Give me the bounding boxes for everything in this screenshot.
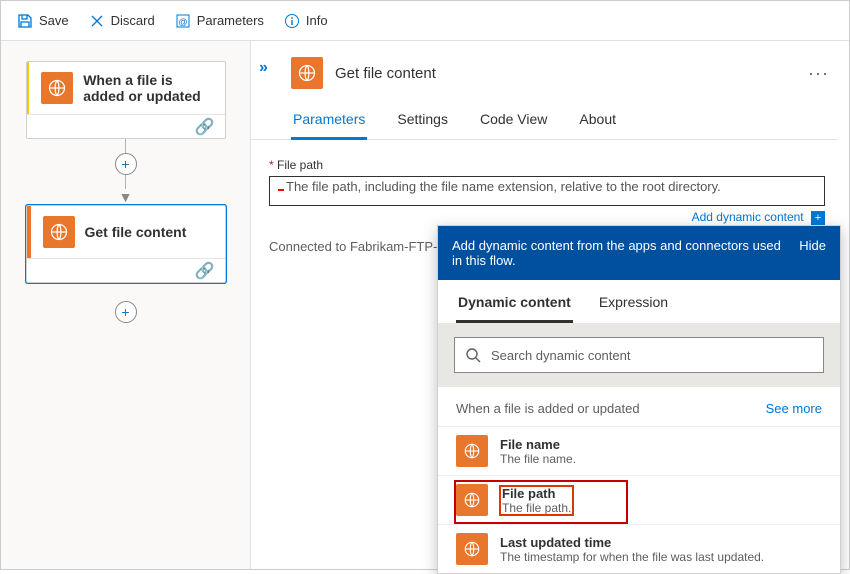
- item-title: File path: [502, 486, 571, 501]
- parameters-icon: @: [175, 13, 191, 29]
- action-title: Get file content: [85, 224, 187, 240]
- tab-dynamic-content[interactable]: Dynamic content: [456, 290, 573, 323]
- top-toolbar: Save Discard @ Parameters Info: [1, 1, 849, 41]
- ftp-icon: [41, 72, 73, 104]
- connector-line-2: [125, 175, 126, 189]
- dc-item-last-updated[interactable]: Last updated time The timestamp for when…: [438, 524, 840, 573]
- info-label: Info: [306, 13, 328, 28]
- parameters-label: Parameters: [197, 13, 264, 28]
- popup-tabs: Dynamic content Expression: [438, 280, 840, 323]
- action-card-footer: 🔗: [27, 258, 225, 282]
- detail-title: Get file content: [335, 65, 796, 82]
- dc-item-file-path[interactable]: File path The file path.: [438, 475, 840, 524]
- connector-line: [125, 139, 126, 153]
- trigger-title: When a file is added or updated: [83, 72, 212, 104]
- designer-canvas: When a file is added or updated 🔗 + ▼ Ge…: [1, 41, 251, 569]
- search-icon: [465, 347, 481, 363]
- info-button[interactable]: Info: [276, 9, 336, 33]
- add-step-bottom[interactable]: +: [115, 301, 137, 323]
- link-icon: 🔗: [195, 261, 215, 281]
- add-dynamic-label: Add dynamic content: [692, 210, 804, 224]
- popup-header: Add dynamic content from the apps and co…: [438, 226, 840, 280]
- parameters-button[interactable]: @ Parameters: [167, 9, 272, 33]
- trigger-card[interactable]: When a file is added or updated 🔗: [26, 61, 226, 139]
- save-button[interactable]: Save: [9, 9, 77, 33]
- file-path-input[interactable]: The file path, including the file name e…: [269, 176, 825, 206]
- ftp-icon: [456, 435, 488, 467]
- ftp-icon: [43, 216, 75, 248]
- hide-button[interactable]: Hide: [799, 238, 826, 268]
- overflow-menu[interactable]: ···: [808, 63, 829, 84]
- see-more-link[interactable]: See more: [766, 401, 822, 416]
- action-card[interactable]: Get file content 🔗: [26, 205, 226, 283]
- dynamic-content-popup: Add dynamic content from the apps and co…: [437, 225, 841, 574]
- link-icon: 🔗: [195, 117, 215, 137]
- collapse-button[interactable]: »: [259, 59, 268, 77]
- popup-header-text: Add dynamic content from the apps and co…: [452, 238, 787, 268]
- item-title: Last updated time: [500, 535, 764, 550]
- close-icon: [89, 13, 105, 29]
- file-path-label: File path: [269, 158, 825, 172]
- discard-label: Discard: [111, 13, 155, 28]
- info-icon: [284, 13, 300, 29]
- add-step-top[interactable]: +: [115, 153, 137, 175]
- section-title: When a file is added or updated: [456, 401, 640, 416]
- tab-settings[interactable]: Settings: [395, 105, 450, 139]
- tab-expression[interactable]: Expression: [597, 290, 670, 323]
- item-subtitle: The timestamp for when the file was last…: [500, 550, 764, 564]
- item-title: File name: [500, 437, 576, 452]
- item-subtitle: The file name.: [500, 452, 576, 466]
- ftp-icon: [291, 57, 323, 89]
- plus-icon: +: [811, 211, 825, 225]
- save-icon: [17, 13, 33, 29]
- ftp-icon: [456, 533, 488, 565]
- detail-tabs: Parameters Settings Code View About: [251, 89, 837, 140]
- svg-text:@: @: [178, 17, 187, 27]
- ftp-icon: [456, 484, 488, 516]
- search-input[interactable]: Search dynamic content: [454, 337, 824, 373]
- discard-button[interactable]: Discard: [81, 9, 163, 33]
- tab-codeview[interactable]: Code View: [478, 105, 549, 139]
- arrow-down-icon: ▼: [119, 189, 133, 205]
- trigger-card-footer: 🔗: [27, 114, 225, 138]
- tab-parameters[interactable]: Parameters: [291, 105, 367, 140]
- search-placeholder: Search dynamic content: [491, 348, 630, 363]
- add-dynamic-content-link[interactable]: Add dynamic content +: [269, 210, 825, 225]
- tab-about[interactable]: About: [577, 105, 618, 139]
- save-label: Save: [39, 13, 69, 28]
- file-path-placeholder: The file path, including the file name e…: [286, 179, 721, 194]
- section-header: When a file is added or updated See more: [438, 387, 840, 426]
- item-subtitle: The file path.: [502, 501, 571, 515]
- dc-item-file-name[interactable]: File name The file name.: [438, 426, 840, 475]
